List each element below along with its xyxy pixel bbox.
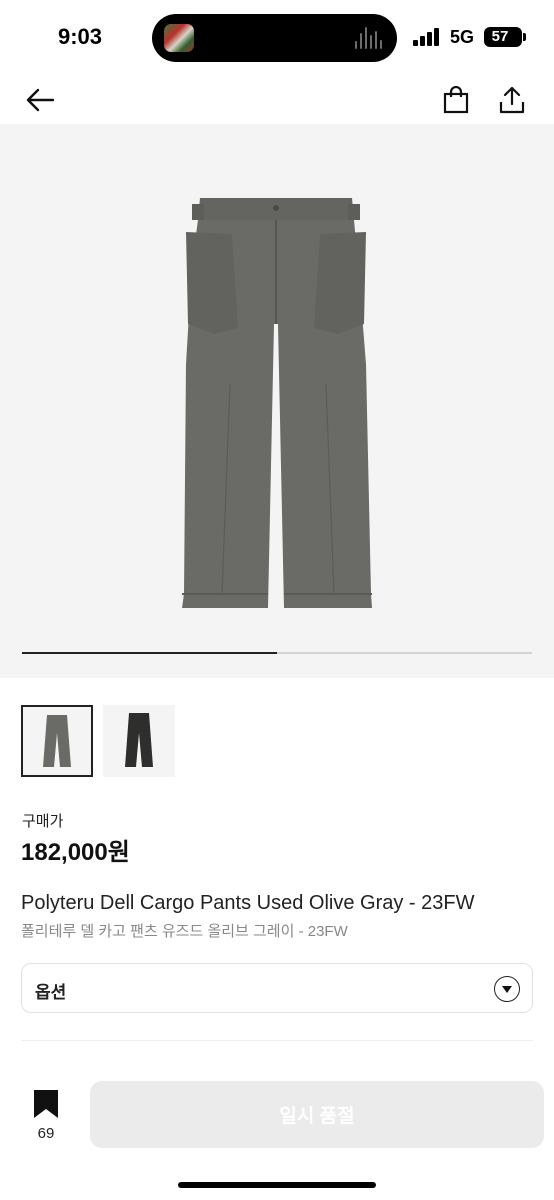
now-playing-artwork — [164, 24, 194, 52]
bookmark-count: 69 — [37, 1125, 55, 1142]
price-label: 구매가 — [22, 813, 64, 830]
product-image — [182, 198, 372, 608]
bottom-action-bar: 69 일시 품절 — [0, 1068, 554, 1200]
shopping-bag-button[interactable] — [436, 80, 476, 120]
share-icon — [499, 86, 525, 114]
thumbnail-image — [125, 713, 153, 767]
product-name-ko: 폴리테루 델 카고 팬츠 유즈드 올리브 그레이 - 23FW — [21, 923, 348, 940]
audio-waveform-icon — [355, 27, 383, 49]
share-button[interactable] — [492, 80, 532, 120]
battery-level: 57 — [491, 28, 509, 45]
cellular-signal-icon — [413, 28, 441, 46]
chevron-down-circle-icon — [494, 976, 520, 1002]
bookmark-icon — [34, 1090, 58, 1118]
network-type: 5G — [450, 27, 475, 47]
section-divider — [21, 1040, 533, 1041]
sold-out-button[interactable]: 일시 품절 — [90, 1081, 544, 1148]
status-bar: 9:03 5G 57 — [0, 0, 554, 76]
top-nav — [0, 76, 554, 124]
thumbnail-olive-gray[interactable] — [21, 705, 93, 777]
image-progress-bar — [22, 652, 532, 654]
option-label: 옵션 — [35, 983, 67, 1002]
price-value: 182,000원 — [21, 839, 130, 866]
thumbnail-strip — [21, 705, 175, 777]
battery-icon: 57 — [484, 27, 526, 47]
home-indicator[interactable] — [178, 1182, 376, 1188]
option-select[interactable]: 옵션 — [21, 963, 533, 1013]
thumbnail-black[interactable] — [103, 705, 175, 777]
shopping-bag-icon — [443, 86, 469, 114]
arrow-left-icon — [26, 88, 55, 112]
status-time: 9:03 — [58, 24, 103, 49]
back-button[interactable] — [20, 80, 60, 120]
thumbnail-image — [43, 715, 71, 767]
product-image-carousel[interactable] — [0, 124, 554, 678]
product-name-en: Polyteru Dell Cargo Pants Used Olive Gra… — [21, 892, 475, 914]
bookmark-button[interactable]: 69 — [26, 1090, 66, 1150]
dynamic-island[interactable] — [152, 14, 397, 62]
